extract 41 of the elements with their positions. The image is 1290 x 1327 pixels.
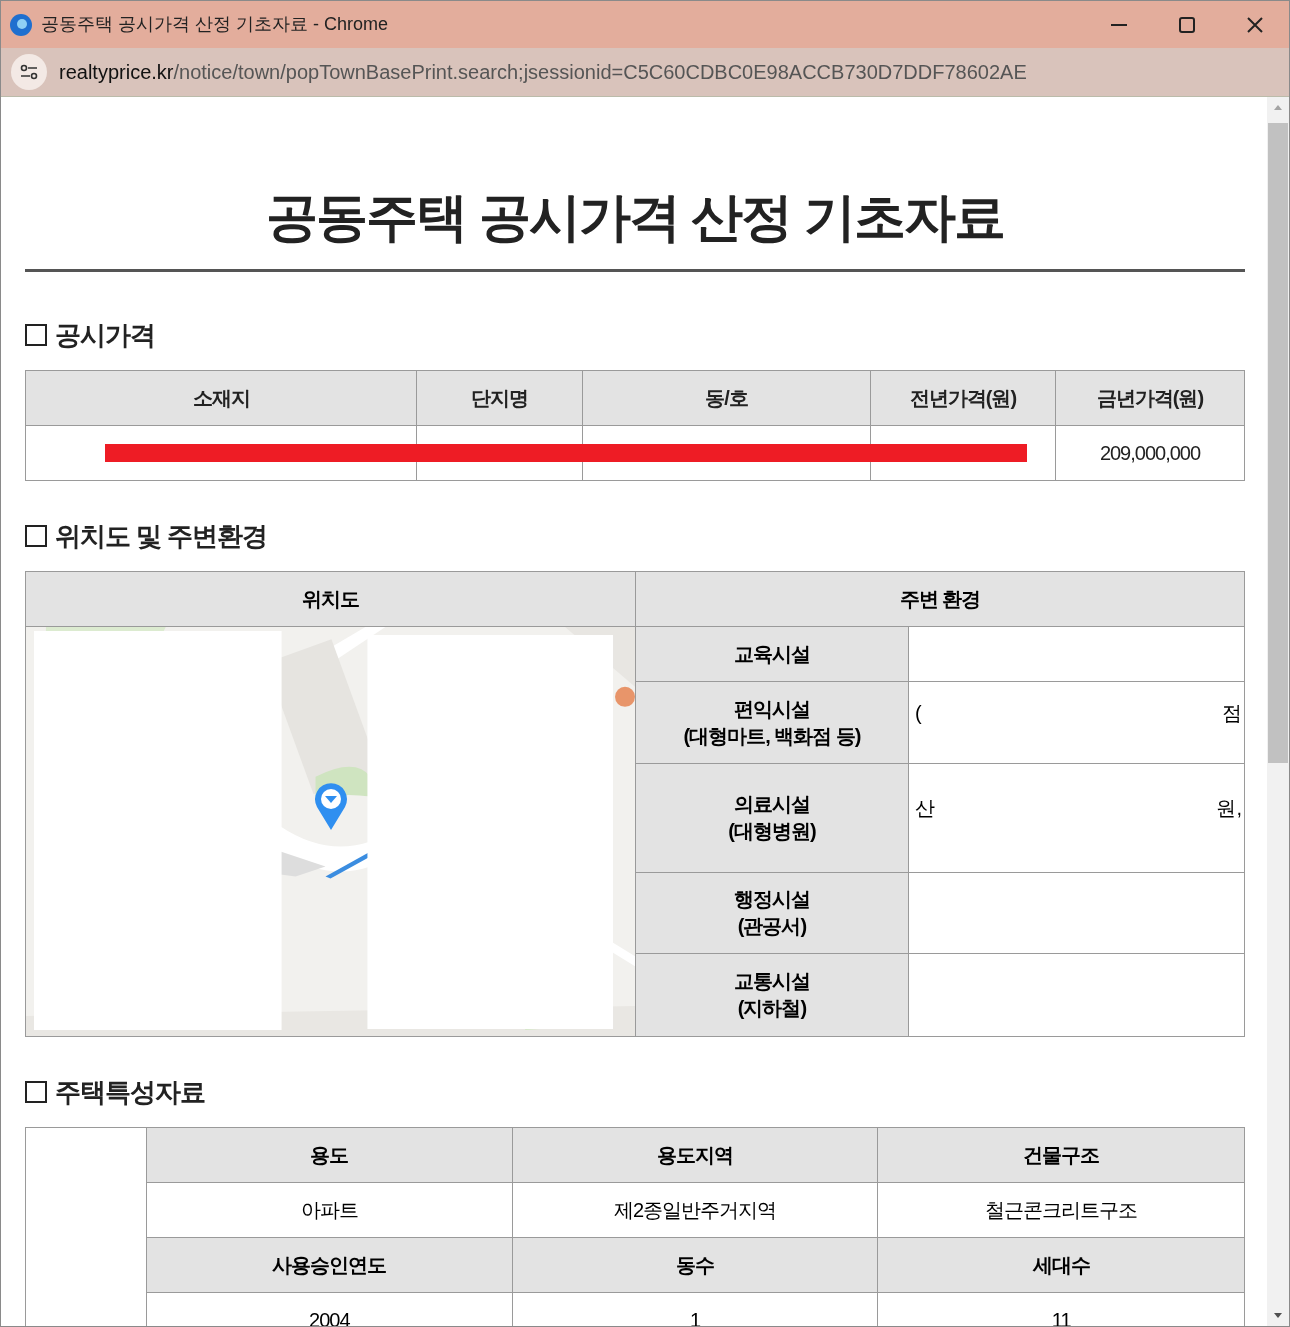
- map-pin-icon: [314, 783, 348, 831]
- tune-icon: [19, 64, 39, 80]
- column-header: 세대수: [878, 1238, 1244, 1292]
- row-header: 편익시설 (대형마트, 백화점 등): [636, 682, 909, 763]
- checkbox-icon: [25, 1081, 47, 1103]
- document-title: 공동주택 공시가격 산정 기초자료: [265, 187, 1005, 248]
- table-cell-text: 산: [915, 796, 935, 821]
- scrollbar[interactable]: [1267, 97, 1289, 1326]
- section-heading: 위치도 및 주변환경: [55, 521, 268, 551]
- table-cell-text: 점: [1222, 700, 1242, 726]
- table-cell-text: (: [915, 700, 922, 726]
- column-header: 금년가격(원): [1055, 370, 1245, 426]
- window-title: 공동주택 공시가격 산정 기초자료 - Chrome: [41, 13, 389, 36]
- column-header: 단지명: [416, 370, 583, 426]
- row-header: 행정시설 (관공서): [636, 873, 909, 953]
- column-header: 동수: [512, 1238, 879, 1292]
- column-header: 전년가격(원): [870, 370, 1056, 426]
- row-header: 교통시설 (지하철): [636, 954, 909, 1036]
- section-heading: 공시가격: [55, 320, 155, 350]
- url-text[interactable]: realtyprice.kr/notice/town/popTownBasePrint.search;jsessionid=C5C60CDBC0E98ACCB730D7DDF78602AE: [59, 57, 1027, 87]
- column-header: 주변 환경: [636, 572, 1244, 627]
- site-info-button[interactable]: [11, 54, 47, 90]
- column-header: 용도: [147, 1128, 513, 1182]
- table-cell: 209,000,000: [1055, 425, 1245, 481]
- column-header: 건물구조: [878, 1128, 1244, 1182]
- row-header: 의료시설 (대형병원): [636, 764, 909, 872]
- column-header: 동/호: [582, 370, 871, 426]
- column-header: 소재지: [25, 370, 417, 426]
- column-header: 위치도: [26, 572, 635, 627]
- close-icon: [1247, 16, 1263, 33]
- maximize-icon: [1179, 16, 1195, 33]
- column-header: 사용승인연도: [147, 1238, 513, 1292]
- section-heading: 주택특성자료: [55, 1077, 205, 1107]
- table-cell-text: 원,: [1216, 796, 1242, 821]
- scrollbar-thumb[interactable]: [1268, 123, 1288, 763]
- column-header: 용도지역: [512, 1128, 879, 1182]
- row-header: 교육시설: [636, 627, 909, 681]
- checkbox-icon: [25, 324, 47, 346]
- browser-icon: [9, 12, 33, 37]
- minimize-icon: [1111, 23, 1127, 26]
- checkbox-icon: [25, 525, 47, 547]
